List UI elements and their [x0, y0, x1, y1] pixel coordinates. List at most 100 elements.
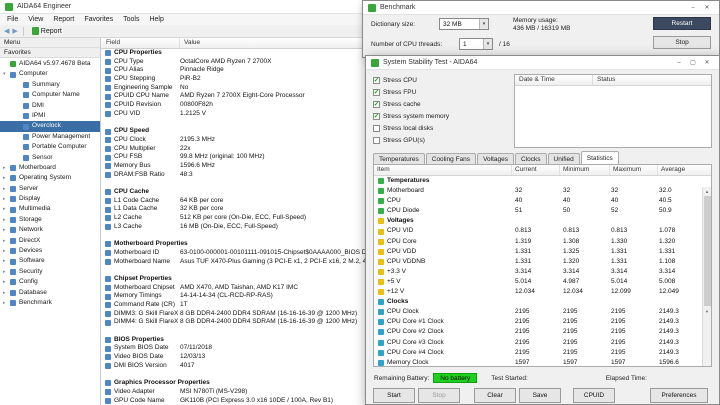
- tree-item-multimedia[interactable]: ▸Multimedia: [0, 204, 100, 214]
- column-header-status[interactable]: Status: [593, 75, 711, 85]
- restart-button[interactable]: Restart: [653, 17, 711, 30]
- stat-row-memory-clock[interactable]: Memory Clock1597159715971596.6: [374, 358, 711, 366]
- tab-statistics[interactable]: Statistics: [581, 151, 619, 164]
- tab-temperatures[interactable]: Temperatures: [373, 153, 425, 164]
- menu-item-file[interactable]: File: [2, 16, 23, 23]
- cpuid-button[interactable]: CPUID: [573, 388, 615, 403]
- menu-item-favorites[interactable]: Favorites: [79, 16, 118, 23]
- expand-arrow-icon[interactable]: ▸: [3, 236, 10, 246]
- stat-row-cpu-core-1-clock[interactable]: CPU Core #1 Clock2195219521952149.3: [374, 317, 711, 327]
- stat-row-cpu-vid[interactable]: CPU VID0.8130.8130.8131.078: [374, 226, 711, 236]
- start-button[interactable]: Start: [373, 388, 415, 403]
- stat-row-cpu-core-2-clock[interactable]: CPU Core #2 Clock2195219521952149.3: [374, 327, 711, 337]
- menu-item-report[interactable]: Report: [48, 16, 79, 23]
- tree-item-database[interactable]: ▸Database: [0, 288, 100, 298]
- column-header-current[interactable]: Current: [512, 165, 560, 175]
- stat-row-cpu[interactable]: CPU40404040.5: [374, 196, 711, 206]
- expand-arrow-icon[interactable]: ▸: [3, 246, 10, 256]
- tree-item-devices[interactable]: ▸Devices: [0, 246, 100, 256]
- expand-arrow-icon[interactable]: ▸: [3, 298, 10, 308]
- stat-row-cpu-core-3-clock[interactable]: CPU Core #3 Clock2195219521952149.3: [374, 338, 711, 348]
- stat-row-cpu-diode[interactable]: CPU Diode51505250.9: [374, 206, 711, 216]
- column-header-minimum[interactable]: Minimum: [560, 165, 610, 175]
- forward-icon[interactable]: ▶: [12, 27, 17, 35]
- expand-arrow-icon[interactable]: ▸: [3, 215, 10, 225]
- sidebar-panel-favorites[interactable]: Favorites: [0, 48, 100, 58]
- dictionary-size-select[interactable]: 32 MB ▾: [439, 18, 489, 30]
- tree-item-overclock[interactable]: Overclock: [0, 121, 100, 131]
- stat-row-12-v[interactable]: +12 V12.03412.03412.09912.049: [374, 287, 711, 297]
- tree-item-summary[interactable]: Summary: [0, 80, 100, 90]
- expand-arrow-icon[interactable]: ▾: [3, 69, 10, 79]
- benchmark-stop-button[interactable]: Stop: [653, 36, 711, 49]
- expand-arrow-icon[interactable]: ▸: [3, 194, 10, 204]
- tree-item-dmi[interactable]: DMI: [0, 101, 100, 111]
- stat-row-cpu-vdd[interactable]: CPU VDD1.3311.3251.3311.331: [374, 247, 711, 257]
- checkbox-stress-system-memory[interactable]: ✓Stress system memory: [373, 110, 509, 122]
- tree-item-directx[interactable]: ▸DirectX: [0, 236, 100, 246]
- tab-unified[interactable]: Unified: [548, 153, 580, 164]
- stat-row-cpu-core[interactable]: CPU Core1.3191.3081.3301.320: [374, 237, 711, 247]
- stability-titlebar[interactable]: System Stability Test - AIDA64 – ▢ ✕: [366, 56, 719, 70]
- menu-item-help[interactable]: Help: [144, 16, 168, 23]
- tree-item-storage[interactable]: ▸Storage: [0, 215, 100, 225]
- expand-arrow-icon[interactable]: ▸: [3, 225, 10, 235]
- tree-item-software[interactable]: ▸Software: [0, 256, 100, 266]
- column-header-average[interactable]: Average: [658, 165, 711, 175]
- save-button[interactable]: Save: [519, 388, 561, 403]
- checkbox-stress-local-disks[interactable]: Stress local disks: [373, 122, 509, 134]
- tab-clocks[interactable]: Clocks: [515, 153, 547, 164]
- close-button[interactable]: ✕: [700, 57, 714, 69]
- checkbox-stress-gpu-s[interactable]: Stress GPU(s): [373, 134, 509, 146]
- tab-cooling-fans[interactable]: Cooling Fans: [426, 153, 476, 164]
- expand-arrow-icon[interactable]: ▸: [3, 277, 10, 287]
- tree-item-display[interactable]: ▸Display: [0, 194, 100, 204]
- stat-row-cpu-vddnb[interactable]: CPU VDDNB1.3311.3201.3311.108: [374, 257, 711, 267]
- preferences-button[interactable]: Preferences: [650, 388, 708, 403]
- minimize-button[interactable]: –: [672, 57, 686, 69]
- stat-row-motherboard[interactable]: Motherboard32323232.0: [374, 186, 711, 196]
- expand-arrow-icon[interactable]: ▸: [3, 163, 10, 173]
- checkbox-stress-fpu[interactable]: ✓Stress FPU: [373, 86, 509, 98]
- tree-item-sensor[interactable]: Sensor: [0, 153, 100, 163]
- tree-item-portable-computer[interactable]: Portable Computer: [0, 142, 100, 152]
- checkbox-stress-cache[interactable]: ✓Stress cache: [373, 98, 509, 110]
- column-header-item[interactable]: Item: [374, 165, 512, 175]
- scroll-up-icon[interactable]: ▲: [705, 187, 709, 195]
- tree-item-motherboard[interactable]: ▸Motherboard: [0, 163, 100, 173]
- expand-arrow-icon[interactable]: ▸: [3, 267, 10, 277]
- tree-item-computer[interactable]: ▾Computer: [0, 69, 100, 79]
- tree-item-aida64-v5-97-4678-beta[interactable]: AIDA64 v5.97.4678 Beta: [0, 59, 100, 69]
- menu-item-view[interactable]: View: [23, 16, 48, 23]
- tab-voltages[interactable]: Voltages: [477, 153, 514, 164]
- column-header-maximum[interactable]: Maximum: [610, 165, 658, 175]
- expand-arrow-icon[interactable]: ▸: [3, 288, 10, 298]
- expand-arrow-icon[interactable]: ▸: [3, 173, 10, 183]
- expand-arrow-icon[interactable]: ▸: [3, 184, 10, 194]
- tree-item-security[interactable]: ▸Security: [0, 267, 100, 277]
- expand-arrow-icon[interactable]: ▸: [3, 204, 10, 214]
- stat-row-3-3-v[interactable]: +3.3 V3.3143.3143.3143.314: [374, 267, 711, 277]
- tree-item-config[interactable]: ▸Config: [0, 277, 100, 287]
- tree-item-server[interactable]: ▸Server: [0, 184, 100, 194]
- column-header-field[interactable]: Field: [101, 38, 180, 48]
- menu-item-tools[interactable]: Tools: [118, 16, 144, 23]
- checkbox-stress-cpu[interactable]: ✓Stress CPU: [373, 74, 509, 86]
- stats-scrollbar[interactable]: ▲ ▼: [702, 187, 711, 366]
- scrollbar-thumb[interactable]: [704, 196, 711, 306]
- clear-button[interactable]: Clear: [474, 388, 516, 403]
- benchmark-titlebar[interactable]: Benchmark – ✕: [363, 1, 719, 15]
- tree-item-ipmi[interactable]: IPMI: [0, 111, 100, 121]
- scroll-down-icon[interactable]: ▼: [705, 307, 709, 315]
- stat-row-cpu-clock[interactable]: CPU Clock2195219521952149.3: [374, 307, 711, 317]
- back-icon[interactable]: ◀: [4, 27, 9, 35]
- minimize-button[interactable]: –: [686, 2, 700, 14]
- close-button[interactable]: ✕: [700, 2, 714, 14]
- cpu-threads-select[interactable]: 1 ▾: [459, 38, 493, 50]
- report-button[interactable]: Report: [29, 27, 65, 35]
- stat-row-cpu-core-4-clock[interactable]: CPU Core #4 Clock2195219521952149.3: [374, 348, 711, 358]
- tree-item-operating-system[interactable]: ▸Operating System: [0, 173, 100, 183]
- sidebar-panel-menu[interactable]: Menu: [0, 38, 100, 48]
- maximize-button[interactable]: ▢: [686, 57, 700, 69]
- tree-item-computer-name[interactable]: Computer Name: [0, 90, 100, 100]
